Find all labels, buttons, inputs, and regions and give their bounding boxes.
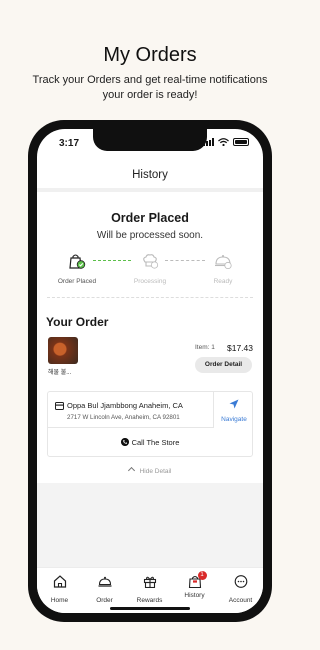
call-store-label: Call The Store	[131, 437, 180, 447]
wifi-icon	[218, 138, 229, 146]
store-icon	[55, 402, 64, 410]
status-icons	[203, 138, 249, 146]
signal-icon	[203, 138, 214, 146]
tab-label: Account	[228, 597, 253, 604]
navigate-label: Navigate	[221, 416, 247, 423]
tab-history[interactable]: 1 History	[172, 571, 217, 599]
promo-subtitle-line-2: your order is ready!	[102, 89, 198, 101]
app-screen: 3:17 History Order Placed Will be proces…	[37, 129, 263, 613]
hide-detail-toggle[interactable]: Hide Detail	[37, 466, 263, 475]
header-divider	[37, 188, 263, 192]
tab-label: Home	[50, 597, 69, 604]
hide-detail-label: Hide Detail	[139, 468, 172, 475]
phone-frame: 3:17 History Order Placed Will be proces…	[28, 120, 272, 622]
call-store-button[interactable]: Call The Store	[48, 428, 252, 456]
tab-home[interactable]: Home	[37, 575, 82, 604]
tab-account[interactable]: Account	[218, 575, 263, 604]
page-title: History	[132, 169, 168, 181]
chevron-up-icon	[127, 466, 135, 475]
order-status-title: Order Placed	[111, 211, 189, 225]
order-detail-button[interactable]: Order Detail	[195, 357, 252, 373]
phone-icon	[120, 438, 129, 446]
step-label: Ready	[213, 278, 233, 285]
gift-icon	[143, 576, 156, 589]
your-order-heading: Your Order	[46, 315, 109, 329]
battery-icon	[233, 138, 249, 146]
step-processing: Processing	[120, 253, 180, 285]
account-icon	[234, 575, 247, 588]
item-quantity: Item: 1	[195, 344, 215, 351]
tab-rewards[interactable]: Rewards	[127, 575, 172, 604]
promo-title: My Orders	[103, 44, 197, 66]
history-badge: 1	[197, 571, 207, 580]
order-progress-tracker: Order Placed Processing Ready	[47, 253, 253, 289]
item-thumbnail	[48, 337, 78, 364]
store-name: Oppa Bul Jjambbong Anaheim, CA	[67, 401, 183, 410]
chef-hat-icon	[143, 254, 159, 269]
step-ready: Ready	[193, 253, 253, 285]
item-name: 해물 불...	[48, 370, 72, 376]
store-address: 2717 W Lincoln Ave, Anaheim, CA 92801	[67, 414, 180, 421]
bottom-tab-bar: Home Order Rewards 1 History Account	[37, 567, 263, 613]
section-divider	[47, 297, 253, 298]
step-label: Processing	[133, 278, 167, 285]
bag-check-icon	[69, 254, 86, 269]
store-card: Oppa Bul Jjambbong Anaheim, CA 2717 W Li…	[47, 391, 253, 457]
promo-subtitle-line-1: Track your Orders and get real-time noti…	[32, 74, 268, 86]
order-status-subtitle: Will be processed soon.	[96, 230, 204, 241]
content-background	[37, 483, 263, 567]
home-icon	[53, 575, 66, 588]
home-indicator	[110, 607, 190, 610]
cloche-icon	[215, 255, 232, 270]
status-time: 3:17	[59, 138, 80, 149]
navigate-button[interactable]: Navigate	[214, 392, 254, 428]
tab-order[interactable]: Order	[82, 575, 127, 604]
step-order-placed: Order Placed	[47, 253, 107, 285]
navigation-arrow-icon	[229, 399, 239, 409]
tab-label: History	[184, 592, 205, 599]
step-label: Order Placed	[57, 278, 97, 285]
store-info: Oppa Bul Jjambbong Anaheim, CA 2717 W Li…	[48, 392, 214, 428]
promo-subtitle: Track your Orders and get real-time noti…	[20, 73, 280, 103]
cloche-icon	[98, 576, 111, 587]
tab-label: Rewards	[136, 597, 163, 604]
tab-label: Order	[96, 597, 113, 604]
phone-notch	[93, 129, 207, 151]
item-price: $17.43	[227, 343, 253, 353]
history-bag-icon-wrap: 1	[188, 571, 207, 589]
